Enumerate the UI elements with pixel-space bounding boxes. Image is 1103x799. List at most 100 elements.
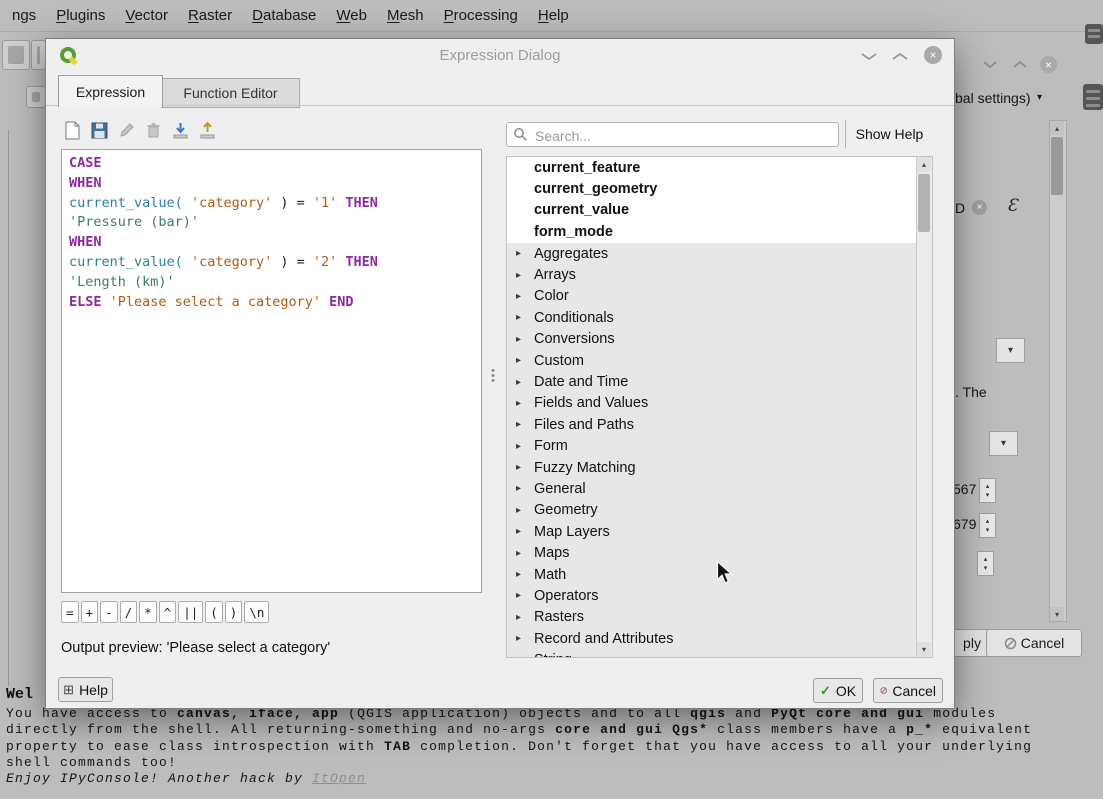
function-group-conversions[interactable]: ▸Conversions <box>507 329 917 350</box>
function-group-geometry[interactable]: ▸Geometry <box>507 500 917 521</box>
expression-epsilon-icon[interactable]: Ɛ <box>1007 196 1018 216</box>
function-group-fuzzy-matching[interactable]: ▸Fuzzy Matching <box>507 457 917 478</box>
background-toolbar-icon[interactable] <box>2 40 30 70</box>
expand-arrow-icon[interactable]: ▸ <box>516 291 534 302</box>
expand-arrow-icon[interactable]: ▸ <box>516 590 534 601</box>
function-group-files-and-paths[interactable]: ▸Files and Paths <box>507 414 917 435</box>
chevron-down-icon[interactable] <box>983 60 1003 78</box>
save-expression-button[interactable] <box>88 119 110 141</box>
close-icon[interactable]: × <box>1040 56 1057 73</box>
scrollbar-thumb[interactable] <box>1051 137 1063 195</box>
function-group-color[interactable]: ▸Color <box>507 286 917 307</box>
function-group-rasters[interactable]: ▸Rasters <box>507 607 917 628</box>
expand-arrow-icon[interactable]: ▸ <box>516 548 534 559</box>
dropdown-arrow-icon[interactable]: ▾ <box>1037 92 1042 103</box>
spin-up-icon[interactable]: ▴ <box>984 555 988 564</box>
scroll-down-icon[interactable]: ▾ <box>1050 607 1064 621</box>
operator-button[interactable]: || <box>178 601 203 623</box>
spinbox-arrows[interactable]: ▴▾ <box>979 513 996 538</box>
tab-expression[interactable]: Expression <box>58 75 163 107</box>
edit-expression-button[interactable] <box>115 119 137 141</box>
splitter-handle[interactable]: ••• <box>489 369 497 409</box>
expand-arrow-icon[interactable]: ▸ <box>516 312 534 323</box>
combobox-arrow[interactable]: ▾ <box>989 431 1018 456</box>
expand-arrow-icon[interactable]: ▸ <box>516 419 534 430</box>
function-group-custom[interactable]: ▸Custom <box>507 350 917 371</box>
function-search[interactable] <box>506 122 839 147</box>
function-item-current-geometry[interactable]: current_geometry <box>507 178 917 199</box>
expand-arrow-icon[interactable]: ▸ <box>516 334 534 345</box>
function-group-date-and-time[interactable]: ▸Date and Time <box>507 371 917 392</box>
clear-field-icon[interactable]: × <box>972 200 987 215</box>
function-item-form-mode[interactable]: form_mode <box>507 221 917 242</box>
scroll-down-icon[interactable]: ▾ <box>917 642 931 657</box>
console-link[interactable]: ItOpen <box>312 771 366 786</box>
function-group-math[interactable]: ▸Math <box>507 564 917 585</box>
operator-button[interactable]: * <box>139 601 157 623</box>
menu-item-help[interactable]: Help <box>528 2 579 29</box>
expand-arrow-icon[interactable]: ▸ <box>516 441 534 452</box>
spinbox-arrows[interactable]: ▴▾ <box>977 551 994 576</box>
function-group-map-layers[interactable]: ▸Map Layers <box>507 521 917 542</box>
expand-arrow-icon[interactable]: ▸ <box>516 526 534 537</box>
scrollbar-thumb[interactable] <box>918 174 930 232</box>
menu-item-plugins[interactable]: Plugins <box>46 2 115 29</box>
function-group-conditionals[interactable]: ▸Conditionals <box>507 307 917 328</box>
menu-item-web[interactable]: Web <box>326 2 377 29</box>
ok-button[interactable]: ✓ OK <box>813 678 863 703</box>
operator-button[interactable]: = <box>61 601 79 623</box>
expand-arrow-icon[interactable]: ▸ <box>516 483 534 494</box>
expand-arrow-icon[interactable]: ▸ <box>516 270 534 281</box>
expand-arrow-icon[interactable]: ▸ <box>516 377 534 388</box>
spin-up-icon[interactable]: ▴ <box>986 482 990 491</box>
expand-arrow-icon[interactable]: ▸ <box>516 355 534 366</box>
tree-scrollbar[interactable]: ▴ ▾ <box>916 157 932 657</box>
function-group-aggregates[interactable]: ▸Aggregates <box>507 243 917 264</box>
background-toolbar-icon[interactable] <box>1085 24 1103 44</box>
dialog-close-icon[interactable]: × <box>924 46 942 64</box>
expand-arrow-icon[interactable]: ▸ <box>516 462 534 473</box>
expand-arrow-icon[interactable]: ▸ <box>516 612 534 623</box>
function-group-arrays[interactable]: ▸Arrays <box>507 264 917 285</box>
cancel-button[interactable]: Cancel <box>873 678 943 703</box>
background-toolbar-icon[interactable] <box>1083 84 1103 110</box>
expand-arrow-icon[interactable]: ▸ <box>516 655 534 657</box>
spin-down-icon[interactable]: ▾ <box>984 564 988 573</box>
expand-arrow-icon[interactable]: ▸ <box>516 398 534 409</box>
tab-function-editor[interactable]: Function Editor <box>161 78 300 108</box>
menu-item-vector[interactable]: Vector <box>115 2 178 29</box>
spin-down-icon[interactable]: ▾ <box>986 526 990 535</box>
scroll-up-icon[interactable]: ▴ <box>1050 121 1064 135</box>
function-group-general[interactable]: ▸General <box>507 478 917 499</box>
expand-arrow-icon[interactable]: ▸ <box>516 248 534 259</box>
combobox-arrow[interactable]: ▾ <box>996 338 1025 363</box>
function-group-string[interactable]: ▸String <box>507 649 917 657</box>
chevron-up-icon[interactable] <box>1013 60 1027 69</box>
delete-expression-button[interactable] <box>142 119 164 141</box>
operator-button[interactable]: / <box>120 601 138 623</box>
function-item-current-value[interactable]: current_value <box>507 200 917 221</box>
show-help-button[interactable]: Show Help <box>845 120 933 148</box>
menu-item-database[interactable]: Database <box>242 2 326 29</box>
dialog-titlebar[interactable]: Expression Dialog × <box>46 39 954 73</box>
operator-button[interactable]: ( <box>205 601 223 623</box>
background-toolbar-icon[interactable] <box>26 86 46 108</box>
operator-button[interactable]: + <box>81 601 99 623</box>
import-expressions-button[interactable] <box>169 119 191 141</box>
shade-chevron-down-icon[interactable] <box>861 52 881 70</box>
menu-item-ngs[interactable]: ngs <box>2 2 46 29</box>
expand-arrow-icon[interactable]: ▸ <box>516 505 534 516</box>
menu-item-mesh[interactable]: Mesh <box>377 2 434 29</box>
spin-up-icon[interactable]: ▴ <box>986 517 990 526</box>
function-item-current-feature[interactable]: current_feature <box>507 157 917 178</box>
menu-item-processing[interactable]: Processing <box>434 2 528 29</box>
operator-button[interactable]: - <box>100 601 118 623</box>
new-expression-button[interactable] <box>61 119 83 141</box>
export-expressions-button[interactable] <box>196 119 218 141</box>
spinbox-arrows[interactable]: ▴▾ <box>979 478 996 503</box>
operator-button[interactable]: \n <box>244 601 269 623</box>
menu-item-raster[interactable]: Raster <box>178 2 242 29</box>
background-toolbar-icon[interactable] <box>31 40 46 70</box>
help-button[interactable]: ⊞ Help <box>58 677 113 702</box>
operator-button[interactable]: ^ <box>159 601 177 623</box>
